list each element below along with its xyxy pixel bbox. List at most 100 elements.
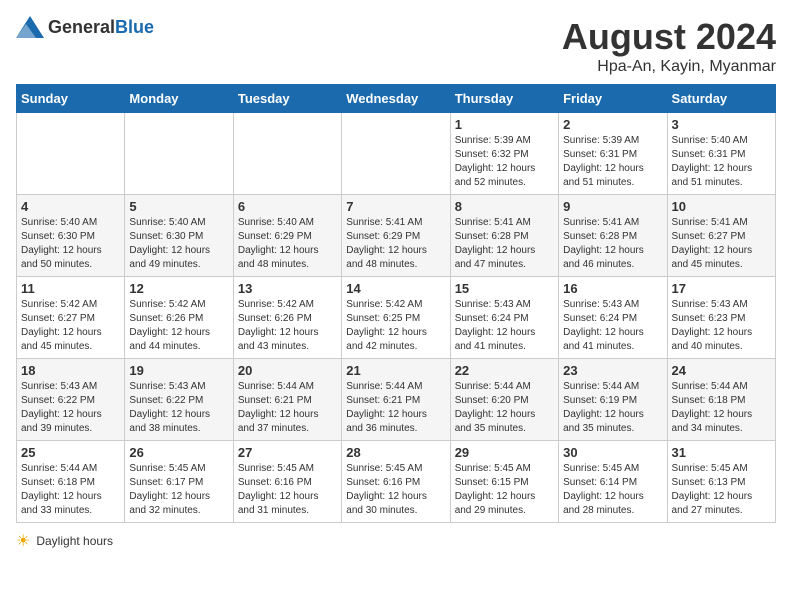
- logo: GeneralBlue: [16, 16, 154, 38]
- sun-icon: ☀: [16, 531, 30, 551]
- calendar-cell: 13Sunrise: 5:42 AMSunset: 6:26 PMDayligh…: [233, 277, 341, 359]
- calendar-cell: 9 Sunrise: 5:41 AMSunset: 6:28 PMDaylight…: [559, 195, 667, 277]
- calendar-cell: 16 Sunrise: 5:43 AMSunset: 6:24 PMDayligh…: [559, 277, 667, 359]
- calendar-cell: 18 Sunrise: 5:43 AMSunset: 6:22 PMDayligh…: [17, 359, 125, 441]
- day-info: Sunrise: 5:40 AMSunset: 6:30 PMDaylight:…: [21, 216, 120, 272]
- day-number: 11: [21, 281, 120, 296]
- calendar-header-row: SundayMondayTuesdayWednesdayThursdayFrid…: [17, 85, 776, 113]
- calendar-cell: 6 Sunrise: 5:40 AMSunset: 6:29 PMDaylight…: [233, 195, 341, 277]
- day-info: Sunrise: 5:41 AMSunset: 6:29 PMDaylight:…: [346, 216, 445, 272]
- calendar-cell: [233, 113, 341, 195]
- day-info: Sunrise: 5:42 AMSunset: 6:26 PMDaylight:…: [238, 298, 337, 354]
- day-number: 26: [129, 445, 228, 460]
- calendar-cell: [125, 113, 233, 195]
- day-number: 25: [21, 445, 120, 460]
- page-title: August 2024: [562, 16, 776, 58]
- logo-blue-text: Blue: [115, 17, 154, 37]
- logo-general-text: General: [48, 17, 115, 37]
- day-number: 18: [21, 363, 120, 378]
- calendar-cell: 31 Sunrise: 5:45 AMSunset: 6:13 PMDayligh…: [667, 441, 775, 523]
- day-number: 29: [455, 445, 554, 460]
- logo-icon: [16, 16, 44, 38]
- calendar-cell: 19Sunrise: 5:43 AMSunset: 6:22 PMDayligh…: [125, 359, 233, 441]
- day-number: 16: [563, 281, 662, 296]
- day-info: Sunrise: 5:45 AMSunset: 6:16 PMDaylight:…: [238, 462, 337, 518]
- day-number: 6: [238, 199, 337, 214]
- day-info: Sunrise: 5:45 AMSunset: 6:16 PMDaylight:…: [346, 462, 445, 518]
- day-info: Sunrise: 5:43 AMSunset: 6:23 PMDaylight:…: [672, 298, 771, 354]
- day-info: Sunrise: 5:40 AMSunset: 6:31 PMDaylight:…: [672, 134, 771, 190]
- col-header-friday: Friday: [559, 85, 667, 113]
- calendar-cell: 22Sunrise: 5:44 AMSunset: 6:20 PMDayligh…: [450, 359, 558, 441]
- calendar-cell: 4 Sunrise: 5:40 AMSunset: 6:30 PMDaylight…: [17, 195, 125, 277]
- day-info: Sunrise: 5:44 AMSunset: 6:18 PMDaylight:…: [21, 462, 120, 518]
- calendar-week-row: 18 Sunrise: 5:43 AMSunset: 6:22 PMDayligh…: [17, 359, 776, 441]
- calendar-cell: 11Sunrise: 5:42 AMSunset: 6:27 PMDayligh…: [17, 277, 125, 359]
- day-info: Sunrise: 5:44 AMSunset: 6:19 PMDaylight:…: [563, 380, 662, 436]
- day-number: 20: [238, 363, 337, 378]
- day-info: Sunrise: 5:43 AMSunset: 6:24 PMDaylight:…: [563, 298, 662, 354]
- col-header-thursday: Thursday: [450, 85, 558, 113]
- day-info: Sunrise: 5:45 AMSunset: 6:13 PMDaylight:…: [672, 462, 771, 518]
- day-info: Sunrise: 5:42 AMSunset: 6:26 PMDaylight:…: [129, 298, 228, 354]
- page-header: GeneralBlue August 2024 Hpa-An, Kayin, M…: [16, 16, 776, 76]
- day-number: 3: [672, 117, 771, 132]
- footer: ☀ Daylight hours: [16, 531, 776, 551]
- calendar-cell: [17, 113, 125, 195]
- calendar-week-row: 1 Sunrise: 5:39 AMSunset: 6:32 PMDaylight…: [17, 113, 776, 195]
- day-info: Sunrise: 5:41 AMSunset: 6:27 PMDaylight:…: [672, 216, 771, 272]
- day-number: 10: [672, 199, 771, 214]
- calendar-cell: 7 Sunrise: 5:41 AMSunset: 6:29 PMDaylight…: [342, 195, 450, 277]
- day-number: 15: [455, 281, 554, 296]
- calendar-cell: 29Sunrise: 5:45 AMSunset: 6:15 PMDayligh…: [450, 441, 558, 523]
- day-number: 7: [346, 199, 445, 214]
- day-number: 4: [21, 199, 120, 214]
- calendar-cell: 28Sunrise: 5:45 AMSunset: 6:16 PMDayligh…: [342, 441, 450, 523]
- calendar-week-row: 25 Sunrise: 5:44 AMSunset: 6:18 PMDayligh…: [17, 441, 776, 523]
- col-header-saturday: Saturday: [667, 85, 775, 113]
- day-number: 21: [346, 363, 445, 378]
- day-number: 8: [455, 199, 554, 214]
- calendar-cell: 15 Sunrise: 5:43 AMSunset: 6:24 PMDayligh…: [450, 277, 558, 359]
- calendar-cell: 30 Sunrise: 5:45 AMSunset: 6:14 PMDayligh…: [559, 441, 667, 523]
- day-info: Sunrise: 5:43 AMSunset: 6:24 PMDaylight:…: [455, 298, 554, 354]
- day-number: 2: [563, 117, 662, 132]
- calendar-table: SundayMondayTuesdayWednesdayThursdayFrid…: [16, 84, 776, 523]
- col-header-tuesday: Tuesday: [233, 85, 341, 113]
- calendar-week-row: 4 Sunrise: 5:40 AMSunset: 6:30 PMDaylight…: [17, 195, 776, 277]
- day-number: 31: [672, 445, 771, 460]
- calendar-cell: [342, 113, 450, 195]
- calendar-cell: 2 Sunrise: 5:39 AMSunset: 6:31 PMDaylight…: [559, 113, 667, 195]
- day-info: Sunrise: 5:39 AMSunset: 6:31 PMDaylight:…: [563, 134, 662, 190]
- day-number: 17: [672, 281, 771, 296]
- calendar-cell: 20Sunrise: 5:44 AMSunset: 6:21 PMDayligh…: [233, 359, 341, 441]
- day-info: Sunrise: 5:43 AMSunset: 6:22 PMDaylight:…: [21, 380, 120, 436]
- day-number: 1: [455, 117, 554, 132]
- col-header-wednesday: Wednesday: [342, 85, 450, 113]
- calendar-cell: 27 Sunrise: 5:45 AMSunset: 6:16 PMDayligh…: [233, 441, 341, 523]
- calendar-cell: 14 Sunrise: 5:42 AMSunset: 6:25 PMDayligh…: [342, 277, 450, 359]
- calendar-week-row: 11Sunrise: 5:42 AMSunset: 6:27 PMDayligh…: [17, 277, 776, 359]
- day-number: 23: [563, 363, 662, 378]
- day-info: Sunrise: 5:41 AMSunset: 6:28 PMDaylight:…: [563, 216, 662, 272]
- day-number: 27: [238, 445, 337, 460]
- calendar-cell: 12Sunrise: 5:42 AMSunset: 6:26 PMDayligh…: [125, 277, 233, 359]
- calendar-cell: 8Sunrise: 5:41 AMSunset: 6:28 PMDaylight…: [450, 195, 558, 277]
- day-info: Sunrise: 5:39 AMSunset: 6:32 PMDaylight:…: [455, 134, 554, 190]
- day-number: 9: [563, 199, 662, 214]
- day-info: Sunrise: 5:40 AMSunset: 6:29 PMDaylight:…: [238, 216, 337, 272]
- calendar-cell: 17 Sunrise: 5:43 AMSunset: 6:23 PMDayligh…: [667, 277, 775, 359]
- title-block: August 2024 Hpa-An, Kayin, Myanmar: [562, 16, 776, 76]
- day-info: Sunrise: 5:45 AMSunset: 6:17 PMDaylight:…: [129, 462, 228, 518]
- day-number: 14: [346, 281, 445, 296]
- col-header-monday: Monday: [125, 85, 233, 113]
- day-number: 24: [672, 363, 771, 378]
- day-info: Sunrise: 5:44 AMSunset: 6:18 PMDaylight:…: [672, 380, 771, 436]
- day-number: 30: [563, 445, 662, 460]
- calendar-cell: 5Sunrise: 5:40 AMSunset: 6:30 PMDaylight…: [125, 195, 233, 277]
- day-number: 5: [129, 199, 228, 214]
- day-info: Sunrise: 5:45 AMSunset: 6:14 PMDaylight:…: [563, 462, 662, 518]
- day-info: Sunrise: 5:42 AMSunset: 6:25 PMDaylight:…: [346, 298, 445, 354]
- calendar-cell: 21Sunrise: 5:44 AMSunset: 6:21 PMDayligh…: [342, 359, 450, 441]
- calendar-cell: 1 Sunrise: 5:39 AMSunset: 6:32 PMDaylight…: [450, 113, 558, 195]
